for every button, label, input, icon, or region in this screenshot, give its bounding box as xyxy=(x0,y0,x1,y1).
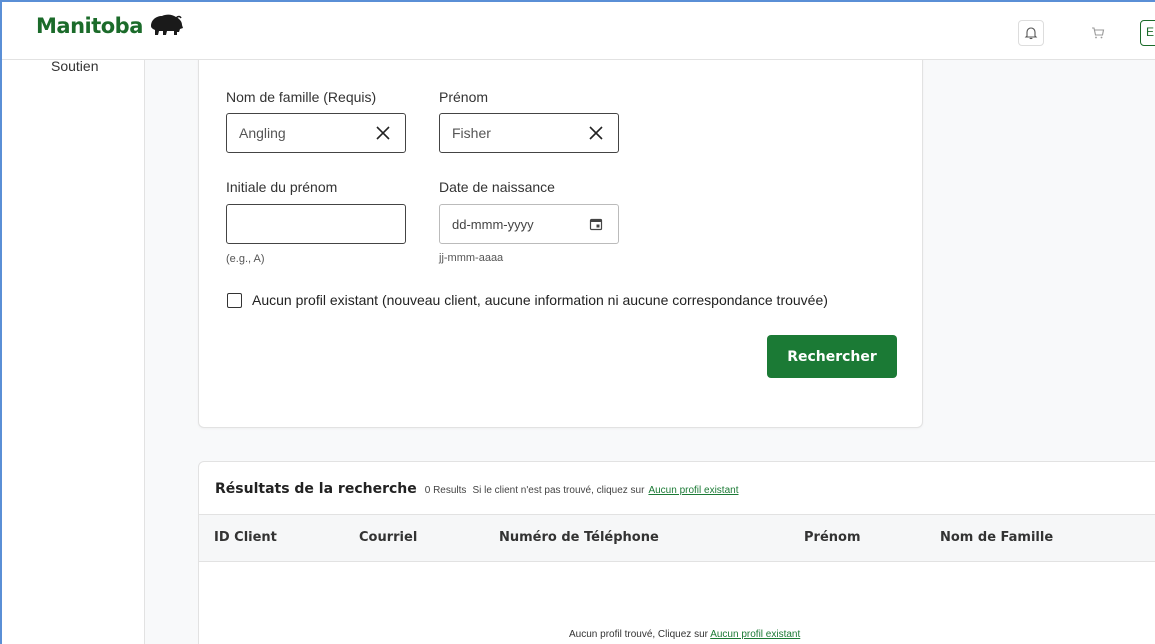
results-note: Si le client n'est pas trouvé, cliquez s… xyxy=(472,485,645,496)
cart-icon xyxy=(1092,27,1105,39)
no-profile-checkbox-row[interactable]: Aucun profil existant (nouveau client, a… xyxy=(227,292,828,308)
column-header-email[interactable]: Courriel xyxy=(359,530,417,545)
search-results-panel: Résultats de la recherche 0 Results Si l… xyxy=(198,461,1155,644)
column-header-last-name[interactable]: Nom de Famille xyxy=(940,530,1053,545)
bison-logo-icon xyxy=(150,14,183,35)
initial-hint: (e.g., A) xyxy=(226,253,265,265)
dob-hint: jj-mmm-aaaa xyxy=(439,252,504,264)
cart-button[interactable] xyxy=(1085,20,1111,46)
calendar-button[interactable] xyxy=(584,212,608,236)
empty-results-text: Aucun profil trouvé, Cliquez sur xyxy=(569,629,708,640)
last-name-label: Nom de famille (Requis) xyxy=(226,89,377,105)
last-name-clear-button[interactable] xyxy=(371,121,395,145)
column-header-first-name[interactable]: Prénom xyxy=(804,530,861,545)
empty-no-profile-link[interactable]: Aucun profil existant xyxy=(710,629,800,640)
empty-results-message: Aucun profil trouvé, Cliquez sur Aucun p… xyxy=(569,629,800,640)
column-header-client-id[interactable]: ID Client xyxy=(214,530,277,545)
results-table-header: ID Client Courriel Numéro de Téléphone P… xyxy=(199,514,1155,562)
first-name-field[interactable]: Fisher xyxy=(439,113,619,153)
first-name-value: Fisher xyxy=(452,125,491,141)
close-icon xyxy=(376,126,390,140)
column-header-phone[interactable]: Numéro de Téléphone xyxy=(499,530,659,545)
top-header: Manitoba E xyxy=(0,0,1155,60)
results-header: Résultats de la recherche 0 Results Si l… xyxy=(215,481,739,497)
search-form-card: Nom de famille (Requis) Angling Prénom F… xyxy=(198,40,923,428)
sidebar-item-soutien[interactable]: Soutien xyxy=(51,58,98,74)
language-toggle-button[interactable]: E xyxy=(1140,20,1155,46)
dob-label: Date de naissance xyxy=(439,179,555,195)
notifications-button[interactable] xyxy=(1018,20,1044,46)
last-name-value: Angling xyxy=(239,125,286,141)
results-title: Résultats de la recherche xyxy=(215,481,417,497)
results-count: 0 Results xyxy=(424,485,467,496)
no-profile-link[interactable]: Aucun profil existant xyxy=(648,485,738,496)
no-profile-checkbox-label: Aucun profil existant (nouveau client, a… xyxy=(252,292,828,308)
bell-icon xyxy=(1024,27,1038,40)
first-name-clear-button[interactable] xyxy=(584,121,608,145)
search-button[interactable]: Rechercher xyxy=(767,335,897,378)
sidebar: Soutien xyxy=(0,58,145,644)
no-profile-checkbox[interactable] xyxy=(227,292,242,308)
brand-name: Manitoba xyxy=(36,14,143,38)
calendar-icon xyxy=(589,218,603,231)
close-icon xyxy=(589,126,603,140)
first-name-label: Prénom xyxy=(439,89,489,105)
initial-input[interactable] xyxy=(226,204,406,244)
dob-placeholder: dd-mmm-yyyy xyxy=(452,216,534,232)
initial-label: Initiale du prénom xyxy=(226,179,338,195)
last-name-field[interactable]: Angling xyxy=(226,113,406,153)
brand-logo[interactable]: Manitoba xyxy=(36,14,185,38)
dob-input[interactable]: dd-mmm-yyyy xyxy=(439,204,619,244)
